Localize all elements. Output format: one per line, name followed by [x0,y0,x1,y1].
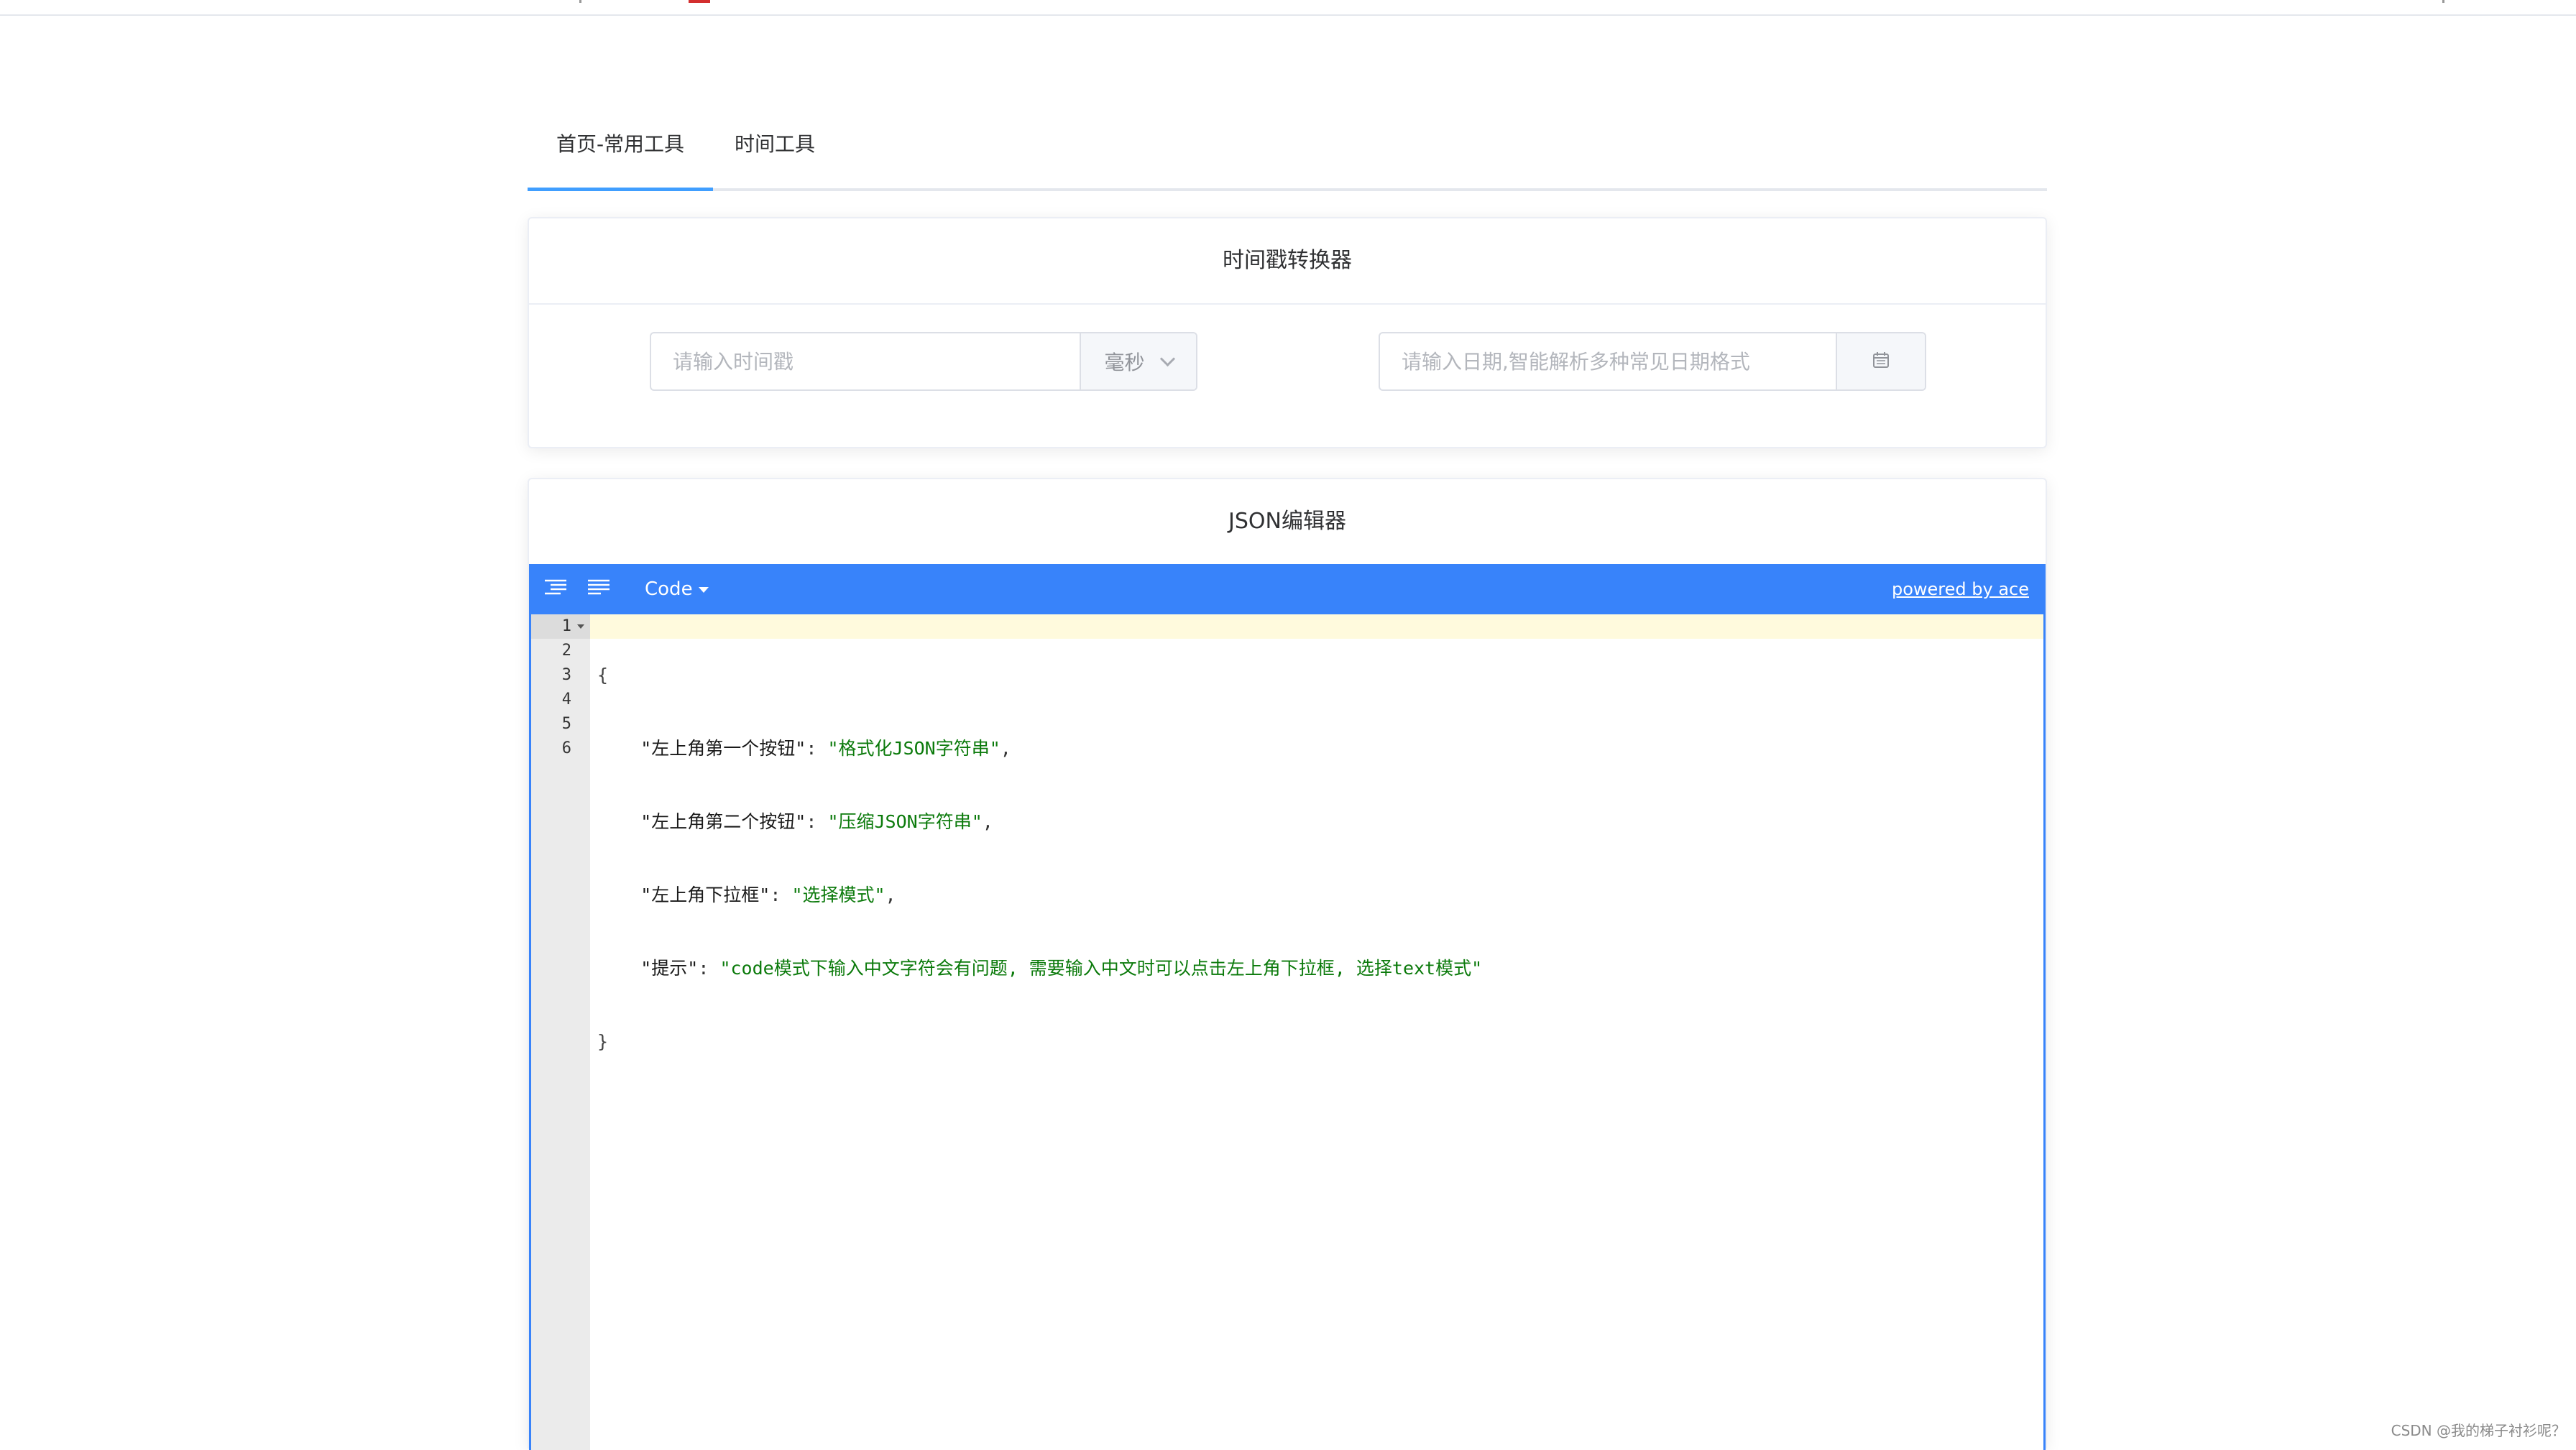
chevron-down-icon [1159,351,1175,366]
json-editor-title: JSON编辑器 [529,479,2046,565]
top-strip [0,0,2576,16]
line-number: 2 [561,642,571,660]
editor-menu-bar: Code powered by ace [531,564,2043,614]
code-line: "左上角第一个按钮": "格式化JSON字符串", [640,738,1011,759]
powered-by-ace-link[interactable]: powered by ace [1892,564,2029,614]
json-comma: , [885,885,896,905]
code-area[interactable]: 1 2 3 4 5 6 { "左上角第一个按钮": "格式化JSON字符串", … [531,614,2043,1450]
calendar-button[interactable] [1836,333,1925,389]
line-number: 4 [561,691,571,708]
top-strip-red-mark [689,0,710,3]
close-brace: } [597,1031,609,1052]
line-number: 3 [561,666,571,684]
code-line: { [597,663,1482,688]
code-line: "左上角下拉框": "选择模式", [640,885,896,905]
tab-bar: 首页-常用工具 时间工具 [528,115,2047,191]
json-string-value: "压缩JSON字符串" [827,811,983,832]
date-input[interactable] [1380,333,1836,389]
timestamp-input[interactable] [651,333,1080,389]
fold-toggle-icon[interactable] [577,624,584,629]
code-line: "左上角第二个按钮": "压缩JSON字符串", [640,811,993,832]
json-key: "左上角下拉框" [640,885,770,905]
compact-icon [586,576,611,601]
json-editor-card: JSON编辑器 Code powered by ace 1 2 3 4 5 6 … [528,478,2047,1450]
tab-home-common-tools[interactable]: 首页-常用工具 [528,115,713,188]
line-number: 1 [561,617,571,635]
compact-button[interactable] [584,574,613,603]
unit-select-value: 毫秒 [1104,351,1145,374]
tab-time-tools[interactable]: 时间工具 [713,115,837,188]
timestamp-input-group: 毫秒 [650,332,1197,391]
code-line: "提示": "code模式下输入中文字符会有问题, 需要输入中文时可以点击左上角… [640,958,1483,979]
json-string-value: "code模式下输入中文字符会有问题, 需要输入中文时可以点击左上角下拉框, 选… [719,958,1483,979]
json-string-value: "选择模式" [791,885,886,905]
line-number-gutter: 1 2 3 4 5 6 [531,614,590,1450]
calendar-icon [1872,351,1890,372]
caret-down-icon [698,586,709,593]
code-lines: { "左上角第一个按钮": "格式化JSON字符串", "左上角第二个按钮": … [597,614,1482,1103]
json-key: "提示" [640,958,699,979]
top-strip-mark [579,0,581,3]
open-brace: { [597,665,609,685]
mode-dropdown-label: Code [645,578,693,600]
active-tab-indicator [528,188,713,191]
line-number: 5 [561,715,571,733]
date-input-group [1379,332,1926,391]
top-strip-mark [2442,0,2444,3]
unit-select[interactable]: 毫秒 [1080,333,1196,389]
mode-dropdown[interactable]: Code [645,564,709,614]
line-number: 6 [561,739,571,757]
json-editor[interactable]: Code powered by ace 1 2 3 4 5 6 { "左上角第一… [529,564,2046,1450]
watermark: CSDN @我的梯子衬衫呢？ [2391,1422,2566,1439]
code-line: } [597,1030,1482,1054]
json-comma: , [982,811,993,832]
timestamp-converter-card: 时间戳转换器 毫秒 [528,217,2047,448]
timestamp-converter-title: 时间戳转换器 [529,218,2046,305]
format-icon [543,576,568,601]
json-key: "左上角第二个按钮" [640,811,806,832]
json-string-value: "格式化JSON字符串" [827,738,1000,759]
format-button[interactable] [541,574,570,603]
json-key: "左上角第一个按钮" [640,738,806,759]
json-comma: , [1000,738,1011,759]
